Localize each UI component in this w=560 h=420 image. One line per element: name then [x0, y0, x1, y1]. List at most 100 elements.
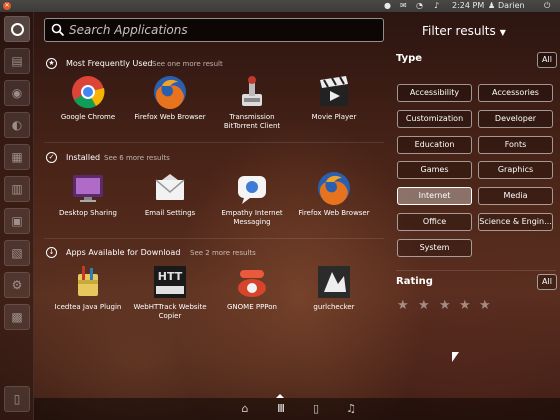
filter-accessories[interactable]: Accessories [478, 84, 553, 102]
mail-icon[interactable]: ✉ [400, 1, 407, 11]
filter-system[interactable]: System [397, 239, 472, 257]
launcher-item-firefox[interactable]: ◐ [4, 112, 30, 138]
music-icon[interactable]: ♫ [344, 402, 358, 416]
rating-star-icon[interactable]: ★ [418, 298, 430, 313]
section-title: Most Frequently Used [66, 59, 153, 68]
app-gurlchecker[interactable]: gurlchecker [294, 264, 374, 324]
app-transmission[interactable]: Transmission BitTorrent Client [212, 74, 292, 134]
mouse-cursor [452, 352, 459, 362]
filter-developer[interactable]: Developer [478, 110, 553, 128]
app-empathy[interactable]: Empathy Internet Messaging [212, 170, 292, 230]
close-icon[interactable]: ✕ [3, 2, 11, 10]
webhttrack-icon: HTT [154, 266, 186, 298]
filter-media[interactable]: Media [478, 187, 553, 205]
presentation-icon: ▣ [11, 214, 23, 228]
app-label: gurlchecker [313, 303, 355, 311]
transmission-icon [242, 76, 262, 106]
chevron-down-icon: ▼ [499, 28, 506, 37]
see-more-link[interactable]: See 6 more results [104, 152, 170, 164]
app-label: Firefox Web Browser [298, 209, 370, 217]
search-input[interactable] [69, 21, 369, 39]
app-label: WebHTTrack Website Copier [133, 303, 207, 320]
app-label: Icedtea Java Plugin [54, 303, 122, 311]
filter-results-toggle[interactable]: Filter results ▼ [422, 24, 506, 38]
launcher-item-impress[interactable]: ▣ [4, 208, 30, 234]
filter-games[interactable]: Games [397, 161, 472, 179]
app-firefox-installed[interactable]: Firefox Web Browser [294, 170, 374, 230]
desktop-sharing-icon [73, 175, 103, 202]
app-email-settings[interactable]: Email Settings [130, 170, 210, 230]
app-icedtea[interactable]: Icedtea Java Plugin [48, 264, 128, 324]
section-most-frequently-used: ★ Most Frequently Used See one more resu… [46, 57, 376, 71]
firefox-icon [318, 172, 350, 206]
launcher-item-settings[interactable]: ⚙ [4, 272, 30, 298]
empathy-icon [238, 176, 266, 204]
app-label: Google Chrome [60, 113, 116, 121]
app-gnome-pppon[interactable]: GNOME PPPon [212, 264, 292, 324]
app-movie-player[interactable]: Movie Player [294, 74, 374, 134]
ubuntu-logo-icon [11, 23, 24, 36]
user-icon: ♟ [488, 1, 496, 10]
filter-customization[interactable]: Customization [397, 110, 472, 128]
app-firefox[interactable]: Firefox Web Browser [130, 74, 210, 134]
movie-player-icon [320, 76, 348, 106]
spreadsheet-icon: ▥ [11, 182, 23, 196]
filter-graphics[interactable]: Graphics [478, 161, 553, 179]
launcher-item-browser[interactable]: ◉ [4, 80, 30, 106]
star-icon: ★ [46, 58, 57, 69]
launcher-item-calc[interactable]: ▥ [4, 176, 30, 202]
dash-home-button[interactable] [4, 16, 30, 42]
filter-office[interactable]: Office [397, 213, 472, 231]
launcher-item-trash[interactable]: ▯ [4, 386, 30, 412]
launcher-item-workspaces[interactable]: ▩ [4, 304, 30, 330]
section-installed: ✓ Installed See 6 more results [46, 151, 376, 165]
app-label: GNOME PPPon [227, 303, 277, 311]
rating-star-icon[interactable]: ★ [479, 298, 491, 313]
section-divider [44, 142, 384, 143]
rating-label: Rating [396, 276, 433, 287]
gurlchecker-icon [318, 266, 350, 298]
rating-all-button[interactable]: All [537, 274, 557, 290]
svg-text:HTT: HTT [158, 270, 183, 283]
settings-icon: ⚙ [11, 278, 23, 292]
browser-icon: ◉ [11, 86, 23, 100]
app-google-chrome[interactable]: Google Chrome [48, 74, 128, 134]
user-name[interactable]: Darien [498, 1, 525, 11]
app-indicator-icon[interactable]: ● [384, 1, 391, 11]
applications-icon[interactable]: Ⅲ [274, 402, 288, 416]
sound-icon[interactable]: ♪ [434, 1, 439, 11]
launcher-item-writer[interactable]: ▦ [4, 144, 30, 170]
clock[interactable]: 2:24 PM [452, 1, 484, 11]
rating-star-icon[interactable]: ★ [459, 298, 471, 313]
chrome-icon [72, 76, 105, 109]
home-icon[interactable]: ⌂ [238, 402, 252, 416]
see-more-link[interactable]: See one more result [152, 58, 223, 70]
power-icon[interactable]: ⏻ [544, 1, 550, 11]
software-center-icon: ▧ [11, 246, 23, 260]
app-webhttrack[interactable]: HTT WebHTTrack Website Copier [130, 264, 210, 324]
launcher-item-software-center[interactable]: ▧ [4, 240, 30, 266]
launcher: ▤ ◉ ◐ ▦ ▥ ▣ ▧ ⚙ ▩ ▯ [0, 12, 34, 420]
rating-star-icon[interactable]: ★ [439, 298, 451, 313]
files-icon[interactable]: ▯ [309, 402, 323, 416]
section-title: Installed [66, 153, 101, 162]
filter-fonts[interactable]: Fonts [478, 136, 553, 154]
launcher-item-home-folder[interactable]: ▤ [4, 48, 30, 74]
workspace-icon: ▩ [11, 310, 23, 324]
rating-star-icon[interactable]: ★ [397, 298, 409, 313]
filter-accessibility[interactable]: Accessibility [397, 84, 472, 102]
firefox-icon [154, 76, 186, 110]
section-apps-available: ↓ Apps Available for Download See 2 more… [46, 246, 376, 260]
app-label: Empathy Internet Messaging [221, 209, 283, 226]
app-desktop-sharing[interactable]: Desktop Sharing [48, 170, 128, 230]
search-icon [51, 23, 65, 37]
network-icon[interactable]: ◔ [416, 1, 423, 11]
filter-internet[interactable]: Internet [397, 187, 472, 205]
type-all-button[interactable]: All [537, 52, 557, 68]
folder-icon: ▤ [11, 54, 23, 68]
filter-science-engineering[interactable]: Science & Engin... [478, 213, 553, 231]
app-label: Transmission BitTorrent Client [223, 113, 281, 130]
search-box[interactable] [44, 18, 384, 42]
see-more-link[interactable]: See 2 more results [190, 247, 256, 259]
filter-education[interactable]: Education [397, 136, 472, 154]
